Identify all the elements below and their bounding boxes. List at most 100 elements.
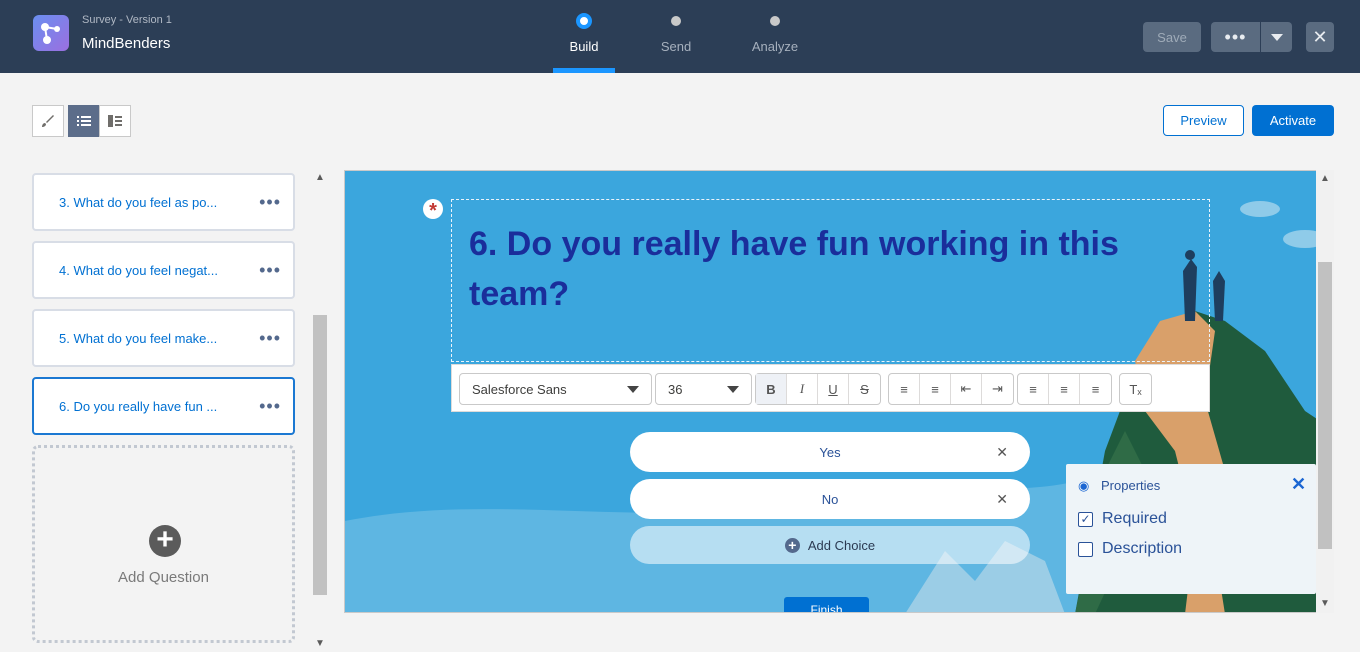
question-card[interactable]: 5. What do you feel make... •••	[32, 309, 295, 367]
scroll-up-icon[interactable]: ▲	[1320, 173, 1330, 184]
active-step-indicator	[553, 68, 615, 73]
add-icon: +	[784, 537, 800, 553]
question-more-button[interactable]: •••	[259, 260, 281, 281]
bold-icon: B	[766, 381, 776, 397]
actions-dropdown-button[interactable]	[1261, 22, 1292, 52]
clear-formatting-button[interactable]: Tₓ	[1120, 374, 1151, 404]
underline-button[interactable]: U	[818, 374, 849, 404]
question-more-button[interactable]: •••	[259, 396, 281, 417]
font-family-select[interactable]: Salesforce Sans	[459, 373, 652, 405]
underline-icon: U	[828, 381, 838, 397]
canvas-scrollbar[interactable]: ▲ ▼	[1316, 170, 1334, 613]
numbered-list-button[interactable]: ≡	[920, 374, 951, 404]
choice-label[interactable]: No	[822, 492, 839, 507]
align-center-button[interactable]: ≡	[1049, 374, 1080, 404]
remove-choice-icon[interactable]: ✕	[996, 444, 1008, 461]
step-dot	[576, 13, 592, 29]
required-label: Required	[1102, 510, 1167, 527]
question-title[interactable]: 6. Do you really have fun working in thi…	[469, 219, 1189, 319]
numbered-list-icon: ≡	[931, 381, 939, 397]
add-choice-label: Add Choice	[807, 537, 876, 553]
more-actions-button[interactable]: •••	[1211, 22, 1260, 52]
bold-button[interactable]: B	[756, 374, 787, 404]
scrollbar-thumb[interactable]	[1318, 262, 1332, 549]
question-more-button[interactable]: •••	[259, 328, 281, 349]
description-label: Description	[1102, 540, 1183, 557]
scroll-down-icon[interactable]: ▼	[315, 638, 325, 649]
checkbox-checked-icon: ✓	[1078, 511, 1093, 527]
add-choice-button[interactable]: + Add Choice	[630, 526, 1030, 564]
chevron-down-icon	[627, 386, 639, 393]
italic-icon: I	[799, 381, 805, 396]
survey-title: MindBenders	[82, 35, 171, 52]
split-layout-icon	[108, 115, 122, 127]
question-card-label: 3. What do you feel as po...	[59, 194, 218, 210]
properties-title: Properties	[1101, 478, 1161, 493]
question-card[interactable]: 3. What do you feel as po... •••	[32, 173, 295, 231]
activate-button[interactable]: Activate	[1252, 105, 1334, 136]
strikethrough-icon: S	[860, 381, 869, 397]
question-card-label: 6. Do you really have fun ...	[59, 398, 218, 414]
preview-button[interactable]: Preview	[1163, 105, 1244, 136]
add-icon: +	[149, 525, 181, 557]
checkbox-unchecked-icon	[1078, 541, 1093, 557]
survey-app-icon	[33, 15, 69, 51]
question-list-scrollbar[interactable]: ▲ ▼	[312, 170, 328, 650]
outdent-icon: ⇤	[960, 381, 972, 396]
indent-button[interactable]: ⇥	[982, 374, 1013, 404]
survey-canvas: * 6. Do you really have fun working in t…	[344, 170, 1334, 613]
text-style-group: B I U S	[755, 373, 881, 405]
close-button[interactable]: ✕	[1306, 22, 1334, 52]
strikethrough-button[interactable]: S	[849, 374, 880, 404]
question-card-label: 4. What do you feel negat...	[59, 262, 218, 278]
step-label: Build	[569, 39, 599, 54]
properties-icon: ◉	[1078, 478, 1090, 493]
description-checkbox[interactable]: Description	[1078, 540, 1182, 558]
choice-label[interactable]: Yes	[819, 445, 840, 460]
step-build[interactable]: Build	[544, 13, 624, 54]
remove-choice-icon[interactable]: ✕	[996, 491, 1008, 508]
choice-option[interactable]: Yes ✕	[630, 432, 1030, 472]
split-view-button[interactable]	[99, 105, 131, 137]
add-question-label: Add Question	[118, 569, 209, 586]
clear-format-group: Tₓ	[1119, 373, 1152, 405]
add-question-button[interactable]: + Add Question	[32, 445, 295, 643]
chevron-down-icon	[1270, 33, 1283, 41]
clear-formatting-icon: Tₓ	[1129, 381, 1142, 397]
italic-button[interactable]: I	[787, 374, 818, 404]
question-more-button[interactable]: •••	[259, 192, 281, 213]
finish-button[interactable]: Finish	[784, 597, 869, 612]
bullet-list-icon: ≡	[900, 381, 908, 397]
scrollbar-thumb[interactable]	[313, 315, 327, 595]
font-size-select[interactable]: 36	[655, 373, 752, 405]
theme-brush-button[interactable]	[32, 105, 64, 137]
step-dot	[671, 16, 681, 26]
indent-icon: ⇥	[992, 381, 1003, 396]
question-card-selected[interactable]: 6. Do you really have fun ... •••	[32, 377, 295, 435]
close-icon[interactable]: ✕	[1291, 474, 1306, 495]
outdent-button[interactable]: ⇤	[951, 374, 982, 404]
step-analyze[interactable]: Analyze	[735, 16, 815, 54]
choice-option[interactable]: No ✕	[630, 479, 1030, 519]
step-label: Analyze	[751, 39, 799, 54]
survey-version: Survey - Version 1	[82, 14, 172, 26]
list-view-button[interactable]	[68, 105, 100, 137]
chevron-down-icon	[727, 386, 739, 393]
align-group: ≡ ≡ ≡	[1017, 373, 1112, 405]
font-size-value: 36	[668, 381, 683, 397]
save-button[interactable]: Save	[1143, 22, 1201, 52]
question-card[interactable]: 4. What do you feel negat... •••	[32, 241, 295, 299]
scroll-down-icon[interactable]: ▼	[1320, 598, 1330, 609]
required-checkbox[interactable]: ✓ Required	[1078, 510, 1167, 528]
align-right-button[interactable]: ≡	[1080, 374, 1111, 404]
align-right-icon: ≡	[1091, 381, 1100, 397]
align-left-button[interactable]: ≡	[1018, 374, 1049, 404]
bullet-list-button[interactable]: ≡	[889, 374, 920, 404]
rich-text-toolbar: Salesforce Sans 36 B I U S ≡ ≡ ⇤ ⇥ ≡ ≡ ≡…	[451, 364, 1210, 412]
step-dot	[770, 16, 780, 26]
list-indent-group: ≡ ≡ ⇤ ⇥	[888, 373, 1014, 405]
scroll-up-icon[interactable]: ▲	[315, 172, 325, 183]
step-send[interactable]: Send	[636, 16, 716, 54]
list-icon	[77, 116, 91, 126]
app-header: Survey - Version 1 MindBenders Build Sen…	[0, 0, 1360, 73]
